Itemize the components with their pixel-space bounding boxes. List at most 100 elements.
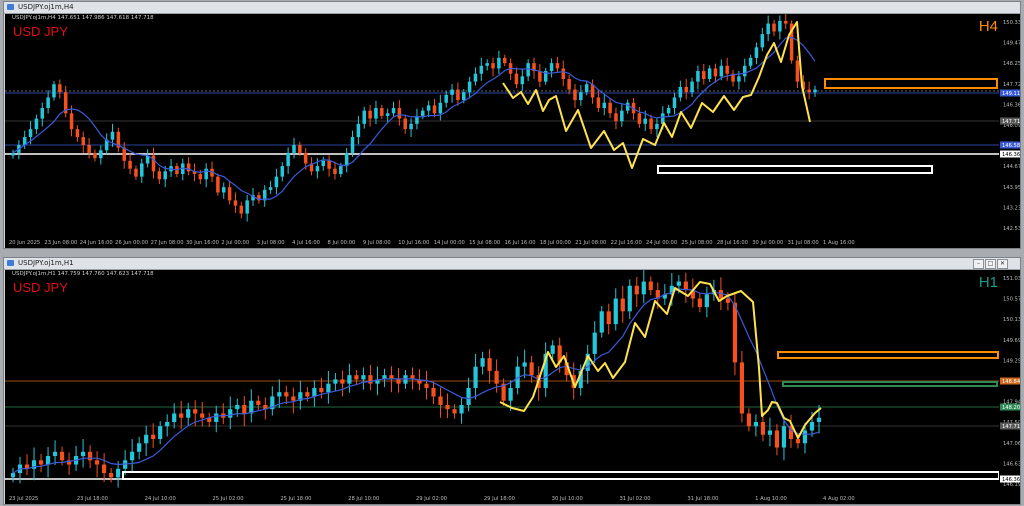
candle-body	[487, 358, 492, 371]
candle-body	[732, 302, 737, 363]
price-chart-h1[interactable]: 151.030150.570150.130149.690149.250148.3…	[5, 270, 1020, 504]
price-axis-label: 150.570	[1003, 297, 1020, 303]
candle-body	[87, 144, 91, 153]
candle-body	[599, 311, 604, 333]
time-axis-label: 3 Jul 08:00	[257, 240, 285, 246]
candle-body	[778, 20, 782, 32]
price-axis	[999, 270, 1020, 504]
candle-body	[321, 160, 326, 167]
candle-body	[75, 129, 80, 138]
time-axis-label: 29 Jul 02:00	[416, 496, 447, 502]
time-axis-label: 28 Jul 10:00	[348, 496, 379, 502]
candle-body	[459, 404, 464, 414]
maximize-button[interactable]: □	[985, 259, 996, 269]
candle-body	[34, 118, 39, 130]
candle-body	[172, 413, 177, 422]
candle-body	[214, 413, 219, 422]
candle-body	[193, 409, 198, 414]
candle-body	[678, 86, 683, 98]
candle-body	[93, 152, 97, 159]
candle-body	[216, 176, 220, 193]
close-button[interactable]: ✕	[997, 259, 1008, 269]
candle-body	[573, 89, 577, 101]
candle-body	[719, 65, 724, 77]
candle-body	[620, 110, 624, 122]
time-axis-label: 27 Jun 08:00	[151, 240, 184, 246]
plot-area	[5, 270, 999, 490]
candle-body	[277, 392, 282, 397]
time-axis-label: 1 Aug 10:00	[755, 496, 787, 502]
price-axis-label: 149.690	[1003, 338, 1020, 344]
candle-body	[438, 102, 443, 114]
time-axis-label: 30 Jun 16:00	[186, 240, 219, 246]
candle-body	[742, 65, 747, 77]
candle-body	[354, 375, 359, 380]
time-axis-label: 28 Jul 16:00	[717, 240, 748, 246]
candle-body	[520, 76, 525, 85]
candle-body	[368, 375, 373, 384]
candle-body	[438, 396, 443, 405]
window-titlebar[interactable]: USDJPY.oj1m,H1 – □ ✕	[4, 258, 1020, 270]
candle-body	[235, 404, 240, 410]
candle-body	[502, 57, 507, 64]
candle-body	[702, 71, 706, 79]
time-axis-label: 26 Jun 00:00	[115, 240, 148, 246]
chart-window-h4[interactable]: USDJPY.oj1m,H4 150.335 149.470 148.250 147.…	[3, 1, 1021, 249]
level-tag-label: 146.580	[1002, 143, 1020, 149]
candle-body	[655, 123, 659, 130]
plot-area	[5, 14, 999, 234]
candle-body	[221, 187, 226, 193]
window-title: USDJPY.oj1m,H4	[18, 3, 74, 11]
chart-window-h1[interactable]: USDJPY.oj1m,H1 – □ ✕ 151.030 150.570 150.1…	[3, 257, 1021, 505]
candle-body	[431, 387, 436, 397]
candle-body	[684, 86, 688, 93]
time-axis-label: 31 Jul 08:00	[788, 240, 819, 246]
candle-body	[526, 63, 530, 77]
timeframe-label: H1	[978, 274, 998, 291]
price-chart-h4[interactable]: 150.335149.470148.250147.720146.363146.0…	[5, 14, 1020, 248]
candle-body	[28, 129, 33, 138]
candle-body	[456, 89, 460, 101]
candle-body	[385, 113, 390, 116]
candle-body	[130, 451, 135, 461]
candle-body	[403, 118, 407, 130]
candle-body	[87, 451, 93, 461]
candle-body	[397, 108, 402, 119]
candle-body	[480, 358, 485, 367]
candle-body	[58, 84, 62, 93]
candle-body	[163, 171, 167, 180]
candle-body	[613, 298, 618, 325]
candle-body	[356, 123, 361, 138]
candle-body	[151, 155, 156, 172]
window-titlebar[interactable]: USDJPY.oj1m,H4	[4, 2, 1020, 14]
candle-body	[666, 108, 671, 114]
candle-body	[781, 426, 787, 448]
candle-body	[292, 144, 296, 153]
time-axis-label: 14 Jul 00:00	[434, 240, 465, 246]
candle-body	[579, 92, 583, 101]
candle-body	[473, 73, 478, 82]
chart-window-icon	[7, 4, 14, 10]
candle-body	[245, 200, 249, 214]
candle-body	[80, 451, 86, 457]
time-axis-label: 30 Jul 10:00	[552, 496, 583, 502]
candle-body	[774, 430, 780, 448]
candle-body	[200, 413, 205, 418]
candle-body	[339, 166, 343, 175]
time-axis-label: 25 Jul 18:00	[280, 496, 311, 502]
time-axis-label: 1 Aug 16:00	[823, 240, 855, 246]
candle-body	[122, 147, 126, 161]
price-axis-label: 143.230	[1003, 205, 1020, 211]
candle-body	[550, 345, 555, 354]
candle-body	[151, 434, 156, 440]
symbol-label: USD JPY	[13, 24, 68, 39]
candle-body	[228, 409, 233, 418]
candle-body	[783, 20, 788, 24]
candle-body	[467, 81, 472, 93]
minimize-button[interactable]: –	[973, 259, 984, 269]
candle-body	[596, 97, 601, 109]
candle-body	[625, 102, 630, 111]
time-axis-label: 21 Jul 08:00	[575, 240, 606, 246]
symbol-label: USD JPY	[13, 280, 68, 295]
time-axis-label: 15 Jul 08:00	[469, 240, 500, 246]
